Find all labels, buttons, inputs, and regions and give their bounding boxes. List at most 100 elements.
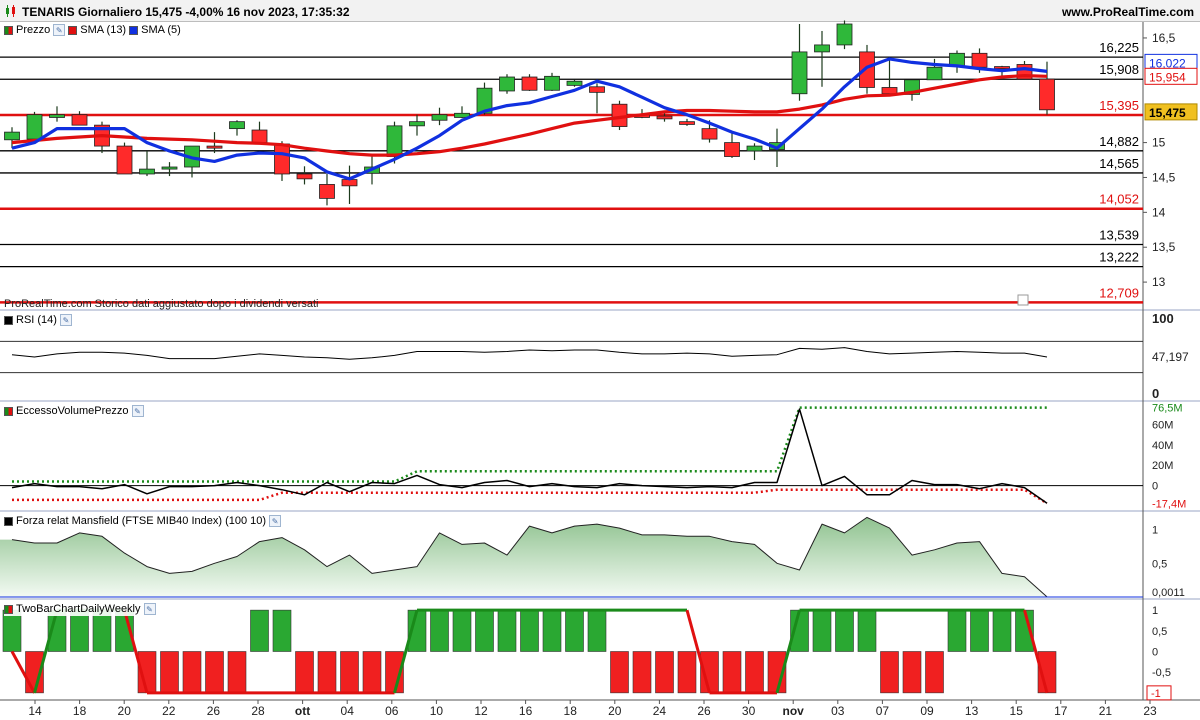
evp-swatch bbox=[4, 406, 13, 416]
evp-legend-label: EccessoVolumePrezzo bbox=[16, 405, 129, 417]
x-tick-label: 22 bbox=[162, 704, 176, 718]
wrench-icon[interactable]: ✎ bbox=[143, 603, 156, 615]
candle-body bbox=[791, 51, 808, 95]
axis-tick-label: 14,5 bbox=[1152, 170, 1176, 184]
twobar-value-badge: -1 bbox=[1151, 688, 1161, 700]
x-tick-label: 04 bbox=[341, 704, 355, 718]
sma13-swatch bbox=[68, 25, 78, 35]
twobar-bar bbox=[70, 609, 89, 652]
wrench-icon[interactable]: ✎ bbox=[53, 24, 66, 36]
level-label: 16,225 bbox=[1099, 40, 1139, 55]
level-label: 14,052 bbox=[1099, 192, 1139, 207]
evp-tick-label: 60M bbox=[1152, 419, 1173, 431]
level-label: 15,908 bbox=[1099, 62, 1139, 77]
mansfield-value-badge: 0,0011 bbox=[1152, 587, 1185, 599]
wrench-icon[interactable]: ✎ bbox=[59, 314, 72, 326]
twobar-bar bbox=[92, 609, 112, 652]
x-tick-label: 24 bbox=[653, 704, 667, 718]
price-swatch bbox=[4, 25, 13, 35]
candle-body bbox=[836, 23, 853, 46]
rsi-swatch bbox=[4, 315, 13, 325]
candle-body bbox=[881, 87, 898, 95]
twobar-bar bbox=[205, 651, 224, 694]
sma5-swatch bbox=[129, 25, 139, 35]
twobar-tick-label: 1 bbox=[1152, 605, 1158, 617]
twobar-bar bbox=[430, 609, 449, 652]
evp-upper-band bbox=[12, 406, 1047, 483]
x-tick-label: 15 bbox=[1010, 704, 1024, 718]
x-tick-label: 14 bbox=[28, 704, 42, 718]
axis-tick-label: 13,5 bbox=[1152, 240, 1176, 254]
twobar-bar bbox=[655, 651, 674, 694]
mansfield-legend: Forza relat Mansfield (FTSE MIB40 Index)… bbox=[4, 514, 285, 528]
candle-body bbox=[724, 142, 740, 157]
x-tick-label: 20 bbox=[118, 704, 132, 718]
evp-lower-band bbox=[12, 488, 1048, 505]
wrench-icon[interactable]: ✎ bbox=[269, 515, 282, 527]
x-tick-label: 07 bbox=[876, 704, 890, 718]
candle-body bbox=[521, 76, 538, 91]
x-tick-label: 23 bbox=[1143, 704, 1157, 718]
axis-tick-label: 15 bbox=[1152, 136, 1166, 150]
candle-body bbox=[251, 129, 268, 143]
twobar-tick-label: 0,5 bbox=[1152, 626, 1167, 638]
candle-body bbox=[746, 145, 763, 152]
price-badge: 15,475 bbox=[1149, 106, 1186, 120]
x-tick-label: 28 bbox=[251, 704, 265, 718]
axis-tick-label: 16,5 bbox=[1152, 31, 1176, 45]
mansfield-tick-05: 0,5 bbox=[1152, 558, 1167, 570]
candle-body bbox=[994, 66, 1010, 70]
candle-body bbox=[161, 166, 178, 170]
twobar-bar bbox=[497, 609, 517, 652]
twobar-bar bbox=[610, 651, 629, 694]
twobar-bar bbox=[227, 651, 247, 694]
price-legend: Prezzo ✎ SMA (13) SMA (5) bbox=[4, 23, 184, 37]
candle-body bbox=[206, 145, 223, 149]
twobar-bar bbox=[632, 651, 652, 694]
evp-tick-label: 20M bbox=[1152, 460, 1173, 472]
candle-body bbox=[26, 114, 43, 140]
level-label: 14,882 bbox=[1099, 134, 1139, 149]
twobar-bar bbox=[970, 609, 989, 652]
twobar-bar bbox=[272, 609, 292, 652]
x-tick-label: 21 bbox=[1099, 704, 1113, 718]
mansfield-swatch bbox=[4, 516, 13, 526]
twobar-bar bbox=[565, 609, 584, 652]
twobar-bar bbox=[947, 609, 967, 652]
twobar-bar bbox=[160, 651, 179, 694]
candle-body bbox=[814, 44, 830, 53]
x-tick-label: 26 bbox=[207, 704, 221, 718]
twobar-tick-label: -0,5 bbox=[1152, 667, 1171, 679]
candle-body bbox=[71, 114, 88, 126]
candle-body bbox=[296, 173, 313, 180]
candle-body bbox=[589, 86, 605, 93]
evp-lower-badge: -17,4M bbox=[1152, 498, 1186, 510]
twobar-bar bbox=[677, 651, 697, 694]
chart-canvas[interactable]: 16,225 15,908 15,395 14,882 14,565 14,052 13,5… bbox=[0, 0, 1200, 720]
evp-tick-label: 0 bbox=[1152, 481, 1158, 493]
twobar-bar bbox=[722, 651, 742, 694]
candle-body bbox=[566, 80, 583, 86]
candle-body bbox=[926, 66, 943, 81]
twobar-bar bbox=[452, 609, 472, 652]
twobar-bar bbox=[250, 609, 269, 652]
candle-body bbox=[49, 114, 65, 118]
x-tick-label: 03 bbox=[831, 704, 845, 718]
level-label: 13,222 bbox=[1099, 250, 1139, 265]
twobar-bar bbox=[362, 651, 382, 694]
twobar-bar bbox=[317, 651, 337, 694]
sma5-legend-label: SMA (5) bbox=[141, 24, 181, 36]
twobar-bar bbox=[182, 651, 202, 694]
x-tick-label: 17 bbox=[1054, 704, 1068, 718]
evp-legend: EccessoVolumePrezzo ✎ bbox=[4, 404, 147, 418]
wrench-icon[interactable]: ✎ bbox=[131, 405, 144, 417]
level-label: 15,395 bbox=[1099, 98, 1139, 113]
candle-body bbox=[701, 128, 718, 140]
candle-body bbox=[656, 115, 673, 120]
x-tick-label: 12 bbox=[474, 704, 488, 718]
twobar-bar bbox=[992, 609, 1012, 652]
mansfield-legend-label: Forza relat Mansfield (FTSE MIB40 Index)… bbox=[16, 515, 267, 527]
twobar-legend: TwoBarChartDailyWeekly ✎ bbox=[4, 602, 159, 616]
rsi-legend-label: RSI (14) bbox=[16, 314, 57, 326]
level-label: 12,709 bbox=[1099, 285, 1139, 300]
